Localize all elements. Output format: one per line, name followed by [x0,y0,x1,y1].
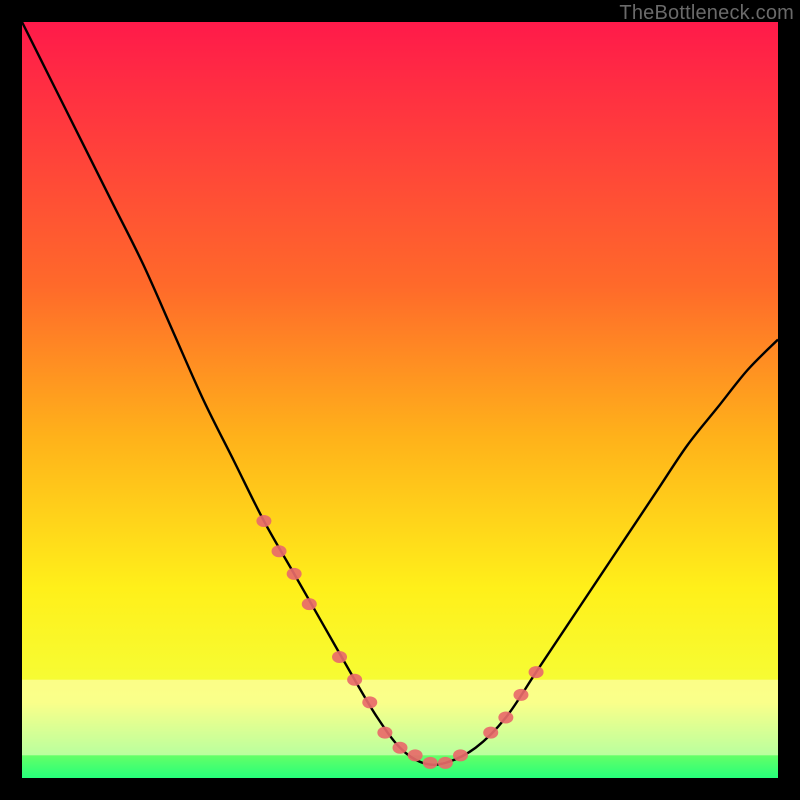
marker-dot [393,742,408,754]
marker-dot [347,674,362,686]
gradient-background [22,22,778,778]
marker-dot [529,666,544,678]
marker-dot [498,712,513,724]
bottleneck-chart [22,22,778,778]
marker-dot [453,749,468,761]
marker-dot [513,689,528,701]
marker-dot [302,598,317,610]
marker-dot [272,545,287,557]
marker-dot [332,651,347,663]
marker-dot [408,749,423,761]
chart-frame [22,22,778,778]
marker-dot [438,757,453,769]
marker-dot [377,727,392,739]
marker-dot [287,568,302,580]
watermark-text: TheBottleneck.com [619,2,794,25]
marker-dot [256,515,271,527]
marker-dot [483,727,498,739]
marker-dot [362,696,377,708]
marker-dot [423,757,438,769]
